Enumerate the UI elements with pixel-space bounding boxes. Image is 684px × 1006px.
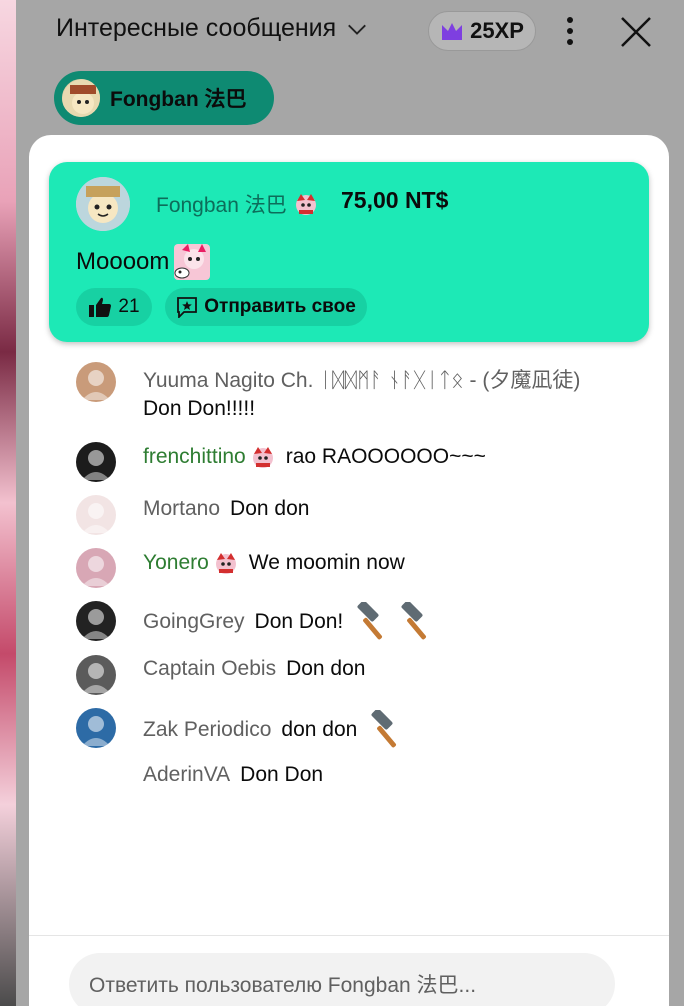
member-badge-icon [295, 194, 316, 215]
hammer-emoji [395, 602, 435, 642]
crown-icon [442, 23, 463, 40]
chat-message-line: Mortano Don don [143, 497, 309, 521]
avatar [76, 601, 116, 641]
chat-message-line: AderinVA Don Don [143, 763, 323, 787]
like-button[interactable]: 21 [76, 288, 152, 326]
author-name: Fongban 法巴 [156, 194, 287, 217]
hammer-emoji [351, 602, 391, 642]
sticker-emote-icon [174, 244, 211, 280]
avatar [76, 548, 116, 588]
divider [29, 935, 669, 936]
highlighted-messages-panel: Интересные сообщения 25XP Fongban 法巴 Fon… [16, 0, 684, 1006]
avatar [76, 495, 116, 535]
author-name[interactable]: Yonero [143, 551, 209, 575]
chip-label: Fongban 法巴 [110, 88, 247, 111]
author-name[interactable]: Zak Periodico [143, 718, 271, 742]
super-chat[interactable]: Fongban 法巴 75,00 NT$ Moooom 21 Отправить… [49, 162, 649, 342]
message-text: Don Don! [254, 610, 344, 633]
hammer-icon [357, 602, 383, 640]
message-text: Moooom [76, 248, 170, 275]
hammer-icon [401, 602, 427, 640]
send-your-own-button[interactable]: Отправить свое [165, 288, 367, 326]
member-badge-icon [215, 553, 236, 574]
panel-header: Интересные сообщения 25XP [16, 0, 684, 64]
chat-message-line: GoingGrey Don Don! [143, 602, 435, 642]
message-text: Don don [230, 497, 310, 520]
reply-input[interactable]: Ответить пользователю Fongban 法巴... [69, 953, 615, 1006]
author-filter-chip[interactable]: Fongban 法巴 [54, 71, 274, 125]
author-name[interactable]: frenchittino [143, 445, 246, 469]
message-text: rao RAOOOOOO~~~ [285, 445, 486, 468]
author-name[interactable]: AderinVA [143, 763, 230, 787]
chat-message-line: Zak Periodico don don [143, 710, 405, 750]
avatar [76, 177, 130, 231]
avatar [76, 761, 116, 801]
author-name[interactable]: Captain Oebis [143, 657, 276, 681]
avatar [76, 708, 116, 748]
message-text: Don Don [240, 763, 324, 786]
super-chat-message: Moooom [76, 242, 212, 282]
chat-message-line: Yuuma Nagito Ch. ᛁᛞᛞᛗᚨ ᚾᚨᚷᛁᛏᛟ - (夕魔凪徒) [143, 364, 590, 394]
author-name[interactable]: GoingGrey [143, 610, 245, 634]
hammer-icon [371, 710, 397, 748]
chevron-down-icon [348, 24, 367, 35]
member-badge [213, 550, 239, 576]
avatar [76, 362, 116, 402]
author-name[interactable]: Yuuma Nagito Ch. ᛁᛞᛞᛗᚨ ᚾᚨᚷᛁᛏᛟ - (夕魔凪徒) [143, 364, 580, 394]
chat-message-line: Captain Oebis Don don [143, 657, 365, 681]
video-background [0, 0, 16, 1006]
message-text: Don don [286, 657, 366, 680]
send-label: Отправить свое [204, 296, 356, 317]
xp-badge[interactable]: 25XP [428, 11, 536, 51]
avatar [76, 655, 116, 695]
hammer-emoji [365, 710, 405, 750]
author-name[interactable]: Mortano [143, 497, 220, 521]
member-badge [250, 444, 276, 470]
chat-message-line: frenchittino rao RAOOOOOO~~~ [143, 444, 486, 470]
close-icon[interactable] [618, 14, 654, 50]
reply-placeholder: Ответить пользователю Fongban 法巴... [89, 974, 477, 997]
messages-card: Fongban 法巴 75,00 NT$ Moooom 21 Отправить… [29, 135, 669, 1006]
sticker-icon [177, 297, 198, 318]
thumbs-up-icon [89, 297, 112, 317]
chat-message-line: Yonero We moomin now [143, 550, 405, 576]
avatar [76, 442, 116, 482]
xp-value: 25XP [470, 18, 524, 43]
avatar [60, 77, 102, 119]
member-badge-icon [252, 447, 273, 468]
like-count: 21 [118, 296, 140, 317]
panel-title: Интересные сообщения [56, 14, 337, 42]
super-chat-author[interactable]: Fongban 法巴 [156, 189, 319, 219]
more-vert-icon[interactable] [556, 14, 584, 48]
panel-title-dropdown[interactable]: Интересные сообщения [56, 14, 368, 43]
message-text: Don Don!!!!! [143, 397, 256, 420]
super-chat-amount: 75,00 NT$ [341, 187, 449, 213]
message-text: don don [281, 718, 358, 741]
message-text: We moomin now [248, 551, 405, 574]
